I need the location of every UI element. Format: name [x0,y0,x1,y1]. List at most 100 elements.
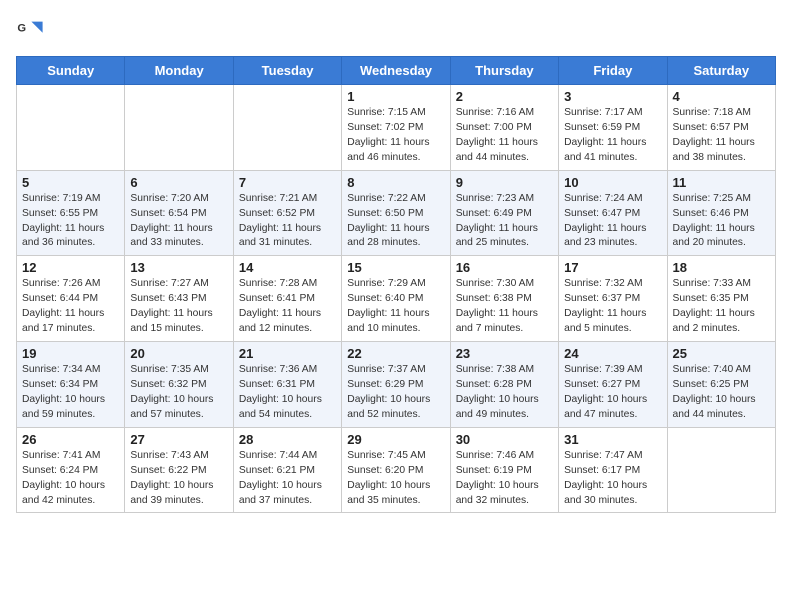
day-number: 28 [239,432,336,447]
day-info: Sunrise: 7:25 AM Sunset: 6:46 PM Dayligh… [673,192,770,252]
day-info: Sunrise: 7:23 AM Sunset: 6:49 PM Dayligh… [456,192,553,252]
svg-text:G: G [17,22,26,34]
day-info: Sunrise: 7:40 AM Sunset: 6:25 PM Dayligh… [673,363,770,423]
day-number: 23 [456,346,553,361]
day-info: Sunrise: 7:33 AM Sunset: 6:35 PM Dayligh… [673,277,770,337]
calendar-cell: 4 Sunrise: 7:18 AM Sunset: 6:57 PM Daylig… [667,85,775,171]
day-info: Sunrise: 7:26 AM Sunset: 6:44 PM Dayligh… [22,277,119,337]
calendar-cell: 25 Sunrise: 7:40 AM Sunset: 6:25 PM Dayli… [667,342,775,428]
weekday-header-saturday: Saturday [667,57,775,85]
day-number: 19 [22,346,119,361]
day-number: 1 [347,89,444,104]
calendar-cell: 19Sunrise: 7:34 AM Sunset: 6:34 PM Dayli… [17,342,125,428]
calendar-cell: 9 Sunrise: 7:23 AM Sunset: 6:49 PM Daylig… [450,170,558,256]
calendar-week-row: 1 Sunrise: 7:15 AM Sunset: 7:02 PM Daylig… [17,85,776,171]
weekday-header-row: SundayMondayTuesdayWednesdayThursdayFrid… [17,57,776,85]
calendar-cell: 21Sunrise: 7:36 AM Sunset: 6:31 PM Dayli… [233,342,341,428]
day-number: 18 [673,260,770,275]
calendar-cell: 8 Sunrise: 7:22 AM Sunset: 6:50 PM Daylig… [342,170,450,256]
day-number: 31 [564,432,661,447]
weekday-header-tuesday: Tuesday [233,57,341,85]
day-number: 8 [347,175,444,190]
day-info: Sunrise: 7:38 AM Sunset: 6:28 PM Dayligh… [456,363,553,423]
calendar-cell [125,85,233,171]
day-info: Sunrise: 7:32 AM Sunset: 6:37 PM Dayligh… [564,277,661,337]
calendar-cell: 26 Sunrise: 7:41 AM Sunset: 6:24 PM Dayli… [17,427,125,513]
calendar-week-row: 19Sunrise: 7:34 AM Sunset: 6:34 PM Dayli… [17,342,776,428]
day-info: Sunrise: 7:19 AM Sunset: 6:55 PM Dayligh… [22,192,119,252]
calendar-cell: 18 Sunrise: 7:33 AM Sunset: 6:35 PM Dayli… [667,256,775,342]
calendar-cell: 11 Sunrise: 7:25 AM Sunset: 6:46 PM Dayli… [667,170,775,256]
calendar-cell [233,85,341,171]
calendar-week-row: 12 Sunrise: 7:26 AM Sunset: 6:44 PM Dayli… [17,256,776,342]
day-info: Sunrise: 7:46 AM Sunset: 6:19 PM Dayligh… [456,449,553,509]
day-number: 7 [239,175,336,190]
day-number: 11 [673,175,770,190]
day-info: Sunrise: 7:28 AM Sunset: 6:41 PM Dayligh… [239,277,336,337]
calendar-cell: 27 Sunrise: 7:43 AM Sunset: 6:22 PM Dayli… [125,427,233,513]
day-info: Sunrise: 7:39 AM Sunset: 6:27 PM Dayligh… [564,363,661,423]
day-info: Sunrise: 7:29 AM Sunset: 6:40 PM Dayligh… [347,277,444,337]
day-number: 29 [347,432,444,447]
calendar-cell: 31 Sunrise: 7:47 AM Sunset: 6:17 PM Dayli… [559,427,667,513]
day-number: 21 [239,346,336,361]
logo-icon: G [16,16,44,44]
day-info: Sunrise: 7:24 AM Sunset: 6:47 PM Dayligh… [564,192,661,252]
calendar-table: SundayMondayTuesdayWednesdayThursdayFrid… [16,56,776,513]
day-number: 25 [673,346,770,361]
day-info: Sunrise: 7:18 AM Sunset: 6:57 PM Dayligh… [673,106,770,166]
calendar-cell: 15 Sunrise: 7:29 AM Sunset: 6:40 PM Dayli… [342,256,450,342]
calendar-cell: 2 Sunrise: 7:16 AM Sunset: 7:00 PM Daylig… [450,85,558,171]
calendar-cell: 28 Sunrise: 7:44 AM Sunset: 6:21 PM Dayli… [233,427,341,513]
weekday-header-monday: Monday [125,57,233,85]
calendar-cell [17,85,125,171]
day-info: Sunrise: 7:21 AM Sunset: 6:52 PM Dayligh… [239,192,336,252]
day-info: Sunrise: 7:27 AM Sunset: 6:43 PM Dayligh… [130,277,227,337]
day-info: Sunrise: 7:47 AM Sunset: 6:17 PM Dayligh… [564,449,661,509]
calendar-cell: 5 Sunrise: 7:19 AM Sunset: 6:55 PM Daylig… [17,170,125,256]
calendar-cell: 12 Sunrise: 7:26 AM Sunset: 6:44 PM Dayli… [17,256,125,342]
day-number: 4 [673,89,770,104]
day-number: 20 [130,346,227,361]
day-number: 27 [130,432,227,447]
calendar-cell [667,427,775,513]
day-info: Sunrise: 7:37 AM Sunset: 6:29 PM Dayligh… [347,363,444,423]
day-info: Sunrise: 7:43 AM Sunset: 6:22 PM Dayligh… [130,449,227,509]
day-info: Sunrise: 7:45 AM Sunset: 6:20 PM Dayligh… [347,449,444,509]
calendar-cell: 1 Sunrise: 7:15 AM Sunset: 7:02 PM Daylig… [342,85,450,171]
day-number: 2 [456,89,553,104]
logo: G [16,16,48,44]
day-number: 5 [22,175,119,190]
day-number: 17 [564,260,661,275]
day-info: Sunrise: 7:15 AM Sunset: 7:02 PM Dayligh… [347,106,444,166]
calendar-cell: 6Sunrise: 7:20 AM Sunset: 6:54 PM Daylig… [125,170,233,256]
weekday-header-friday: Friday [559,57,667,85]
calendar-cell: 13 Sunrise: 7:27 AM Sunset: 6:43 PM Dayli… [125,256,233,342]
day-number: 26 [22,432,119,447]
day-info: Sunrise: 7:22 AM Sunset: 6:50 PM Dayligh… [347,192,444,252]
day-number: 14 [239,260,336,275]
day-info: Sunrise: 7:30 AM Sunset: 6:38 PM Dayligh… [456,277,553,337]
day-number: 9 [456,175,553,190]
calendar-cell: 16 Sunrise: 7:30 AM Sunset: 6:38 PM Dayli… [450,256,558,342]
day-number: 15 [347,260,444,275]
calendar-cell: 30Sunrise: 7:46 AM Sunset: 6:19 PM Dayli… [450,427,558,513]
day-number: 12 [22,260,119,275]
day-info: Sunrise: 7:20 AM Sunset: 6:54 PM Dayligh… [130,192,227,252]
day-info: Sunrise: 7:35 AM Sunset: 6:32 PM Dayligh… [130,363,227,423]
day-number: 13 [130,260,227,275]
page-header: G [16,16,776,44]
calendar-cell: 23 Sunrise: 7:38 AM Sunset: 6:28 PM Dayli… [450,342,558,428]
calendar-cell: 29 Sunrise: 7:45 AM Sunset: 6:20 PM Dayli… [342,427,450,513]
day-number: 10 [564,175,661,190]
day-info: Sunrise: 7:16 AM Sunset: 7:00 PM Dayligh… [456,106,553,166]
calendar-week-row: 5 Sunrise: 7:19 AM Sunset: 6:55 PM Daylig… [17,170,776,256]
day-info: Sunrise: 7:44 AM Sunset: 6:21 PM Dayligh… [239,449,336,509]
calendar-cell: 22 Sunrise: 7:37 AM Sunset: 6:29 PM Dayli… [342,342,450,428]
weekday-header-sunday: Sunday [17,57,125,85]
day-info: Sunrise: 7:41 AM Sunset: 6:24 PM Dayligh… [22,449,119,509]
day-number: 24 [564,346,661,361]
day-number: 22 [347,346,444,361]
day-number: 16 [456,260,553,275]
calendar-cell: 20 Sunrise: 7:35 AM Sunset: 6:32 PM Dayli… [125,342,233,428]
